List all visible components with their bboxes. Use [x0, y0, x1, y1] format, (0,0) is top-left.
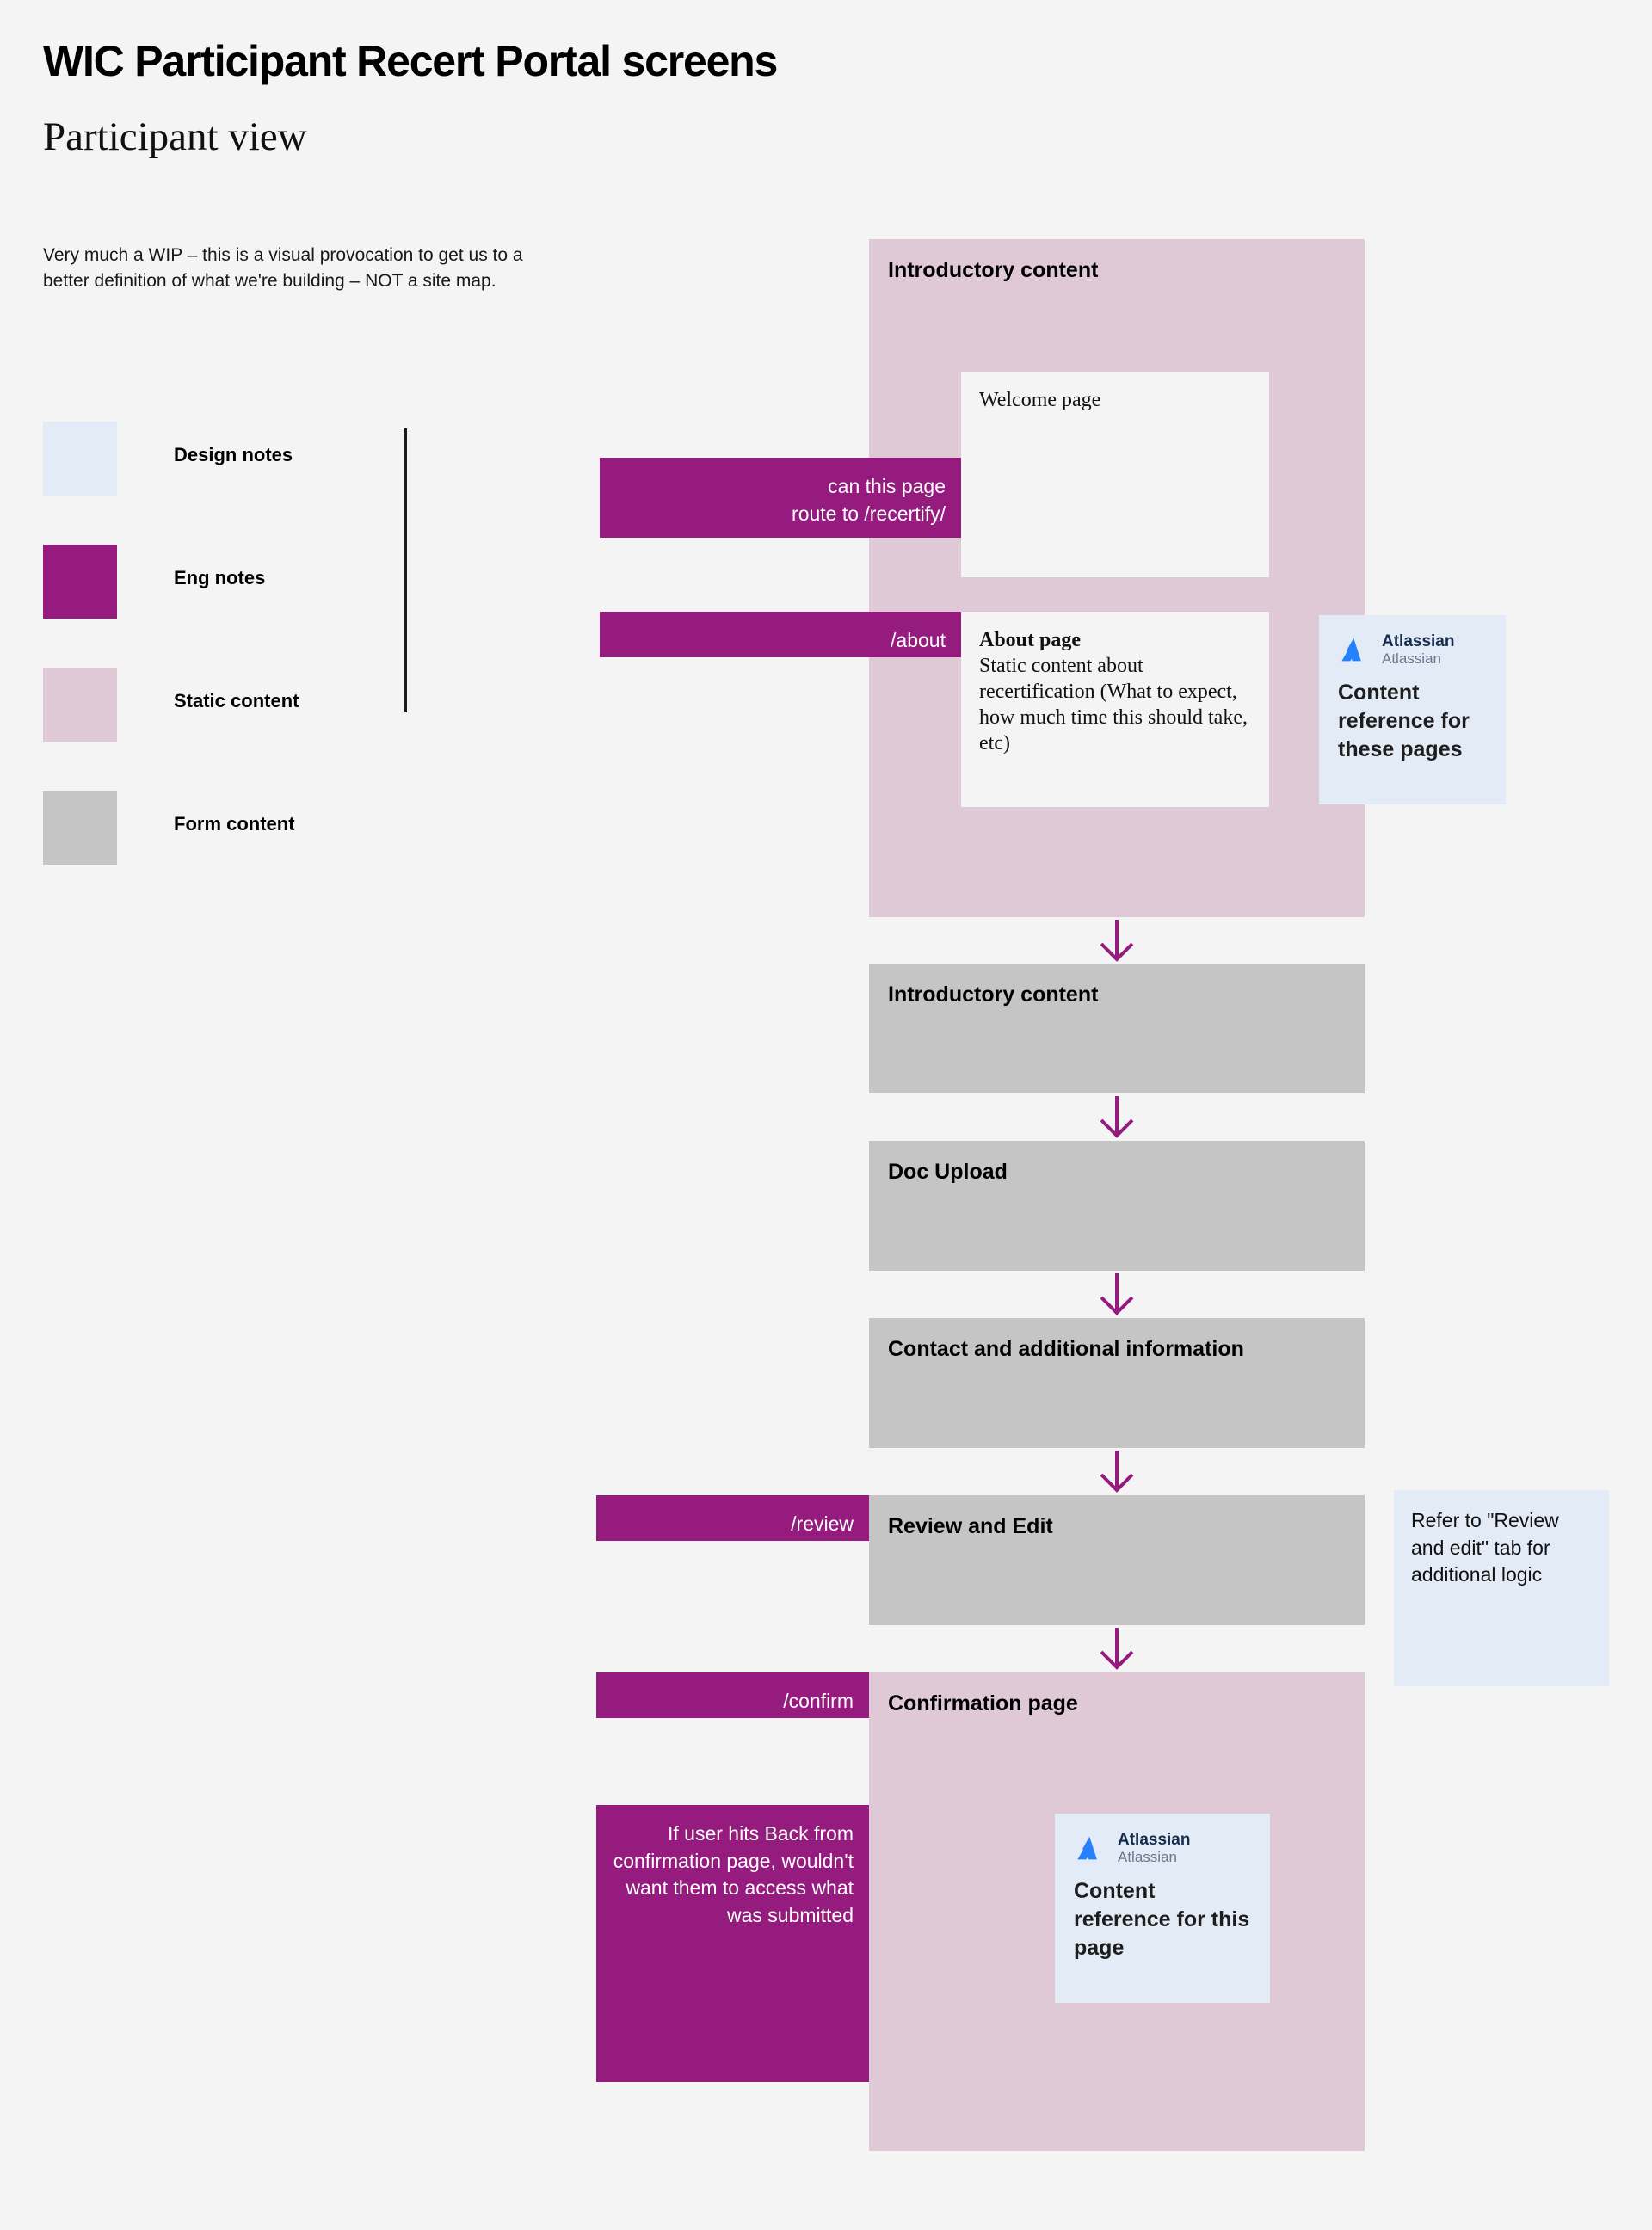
legend-label-static-content: Static content — [174, 690, 299, 712]
legend-swatch-static-content — [43, 668, 117, 742]
legend-item-static-content: Static content — [43, 668, 404, 791]
block-doc-upload: Doc Upload — [869, 1141, 1365, 1271]
block-title-doc-upload: Doc Upload — [888, 1160, 1008, 1184]
atlassian-card-confirm-ref[interactable]: Atlassian Atlassian Content reference fo… — [1055, 1814, 1270, 2003]
legend-label-eng-notes: Eng notes — [174, 567, 266, 588]
block-introductory-content-form: Introductory content — [869, 964, 1365, 1093]
legend-item-design-notes: Design notes — [43, 422, 404, 545]
design-note-review-tab: Refer to "Review and edit" tab for addit… — [1394, 1490, 1609, 1686]
legend-label-form-content: Form content — [174, 813, 295, 835]
atlassian-card-intro-ref-brand: Atlassian — [1382, 632, 1455, 650]
block-contact-additional-information: Contact and additional information — [869, 1318, 1365, 1448]
page-title: WIC Participant Recert Portal screens — [43, 37, 778, 85]
legend-item-form-content: Form content — [43, 791, 404, 914]
design-note-review-tab-text: Refer to "Review and edit" tab for addit… — [1411, 1509, 1559, 1586]
block-review-and-edit: Review and Edit — [869, 1495, 1365, 1625]
eng-note-confirm-route-text: /confirm — [783, 1690, 854, 1712]
block-title-confirmation-page: Confirmation page — [888, 1691, 1078, 1716]
legend-item-eng-notes: Eng notes — [43, 545, 404, 668]
atlassian-card-confirm-ref-names: Atlassian Atlassian — [1118, 1831, 1190, 1865]
arrow-intro-form-to-doc-upload — [1100, 1096, 1134, 1138]
arrow-doc-upload-to-contact — [1100, 1273, 1134, 1315]
page-subtitle: Participant view — [43, 114, 307, 159]
atlassian-card-intro-ref-header: Atlassian Atlassian — [1338, 632, 1487, 667]
block-introductory-content-static: Introductory content — [869, 239, 1365, 917]
block-title-introductory-content-static: Introductory content — [888, 258, 1099, 282]
arrow-review-to-confirmation — [1100, 1628, 1134, 1670]
arrow-intro-static-to-intro-form — [1100, 920, 1134, 962]
eng-note-recertify-route-text: can this page route to /recertify/ — [792, 475, 946, 525]
eng-note-about-route: /about — [600, 612, 961, 657]
eng-note-back-button: If user hits Back from confirmation page… — [596, 1805, 869, 2082]
atlassian-card-intro-ref-title: Content reference for these pages — [1338, 681, 1470, 762]
eng-note-review-route-text: /review — [791, 1512, 854, 1535]
block-title-review-and-edit: Review and Edit — [888, 1514, 1053, 1538]
eng-note-confirm-route: /confirm — [596, 1672, 869, 1718]
atlassian-card-intro-ref-names: Atlassian Atlassian — [1382, 632, 1454, 667]
eng-note-review-route: /review — [596, 1495, 869, 1541]
page-description: Very much a WIP – this is a visual provo… — [43, 245, 523, 291]
arrow-contact-to-review — [1100, 1451, 1134, 1493]
legend-divider — [404, 428, 407, 712]
atlassian-card-intro-ref[interactable]: Atlassian Atlassian Content reference fo… — [1319, 615, 1506, 804]
atlassian-logo-icon — [1341, 638, 1361, 662]
atlassian-logo-icon — [1077, 1836, 1097, 1860]
eng-note-recertify-route: can this page route to /recertify/ — [600, 458, 961, 538]
block-title-introductory-content-form: Introductory content — [888, 983, 1099, 1007]
card-about-page: About page Static content about recertif… — [961, 612, 1269, 807]
atlassian-card-confirm-ref-brand: Atlassian — [1118, 1831, 1191, 1849]
card-about-page-body: About page Static content about recertif… — [979, 627, 1254, 756]
atlassian-card-confirm-ref-header: Atlassian Atlassian — [1074, 1831, 1251, 1865]
atlassian-card-intro-ref-space: Atlassian — [1382, 650, 1441, 668]
legend-label-design-notes: Design notes — [174, 444, 293, 465]
eng-note-about-route-text: /about — [891, 629, 946, 651]
block-title-contact-additional-information: Contact and additional information — [888, 1337, 1244, 1361]
legend-swatch-form-content — [43, 791, 117, 865]
legend: Design notes Eng notes Static content Fo… — [43, 422, 404, 914]
legend-swatch-eng-notes — [43, 545, 117, 619]
card-about-page-text: Static content about recertification (Wh… — [979, 655, 1248, 755]
card-welcome-page-title: Welcome page — [979, 389, 1101, 411]
eng-note-back-button-text: If user hits Back from confirmation page… — [613, 1822, 854, 1927]
atlassian-card-confirm-ref-space: Atlassian — [1118, 1849, 1177, 1866]
atlassian-card-confirm-ref-title: Content reference for this page — [1074, 1879, 1250, 1961]
diagram-canvas: WIC Participant Recert Portal screens Pa… — [0, 0, 1652, 2230]
legend-swatch-design-notes — [43, 422, 117, 496]
card-about-page-heading: About page — [979, 629, 1082, 651]
card-welcome-page: Welcome page — [961, 372, 1269, 577]
